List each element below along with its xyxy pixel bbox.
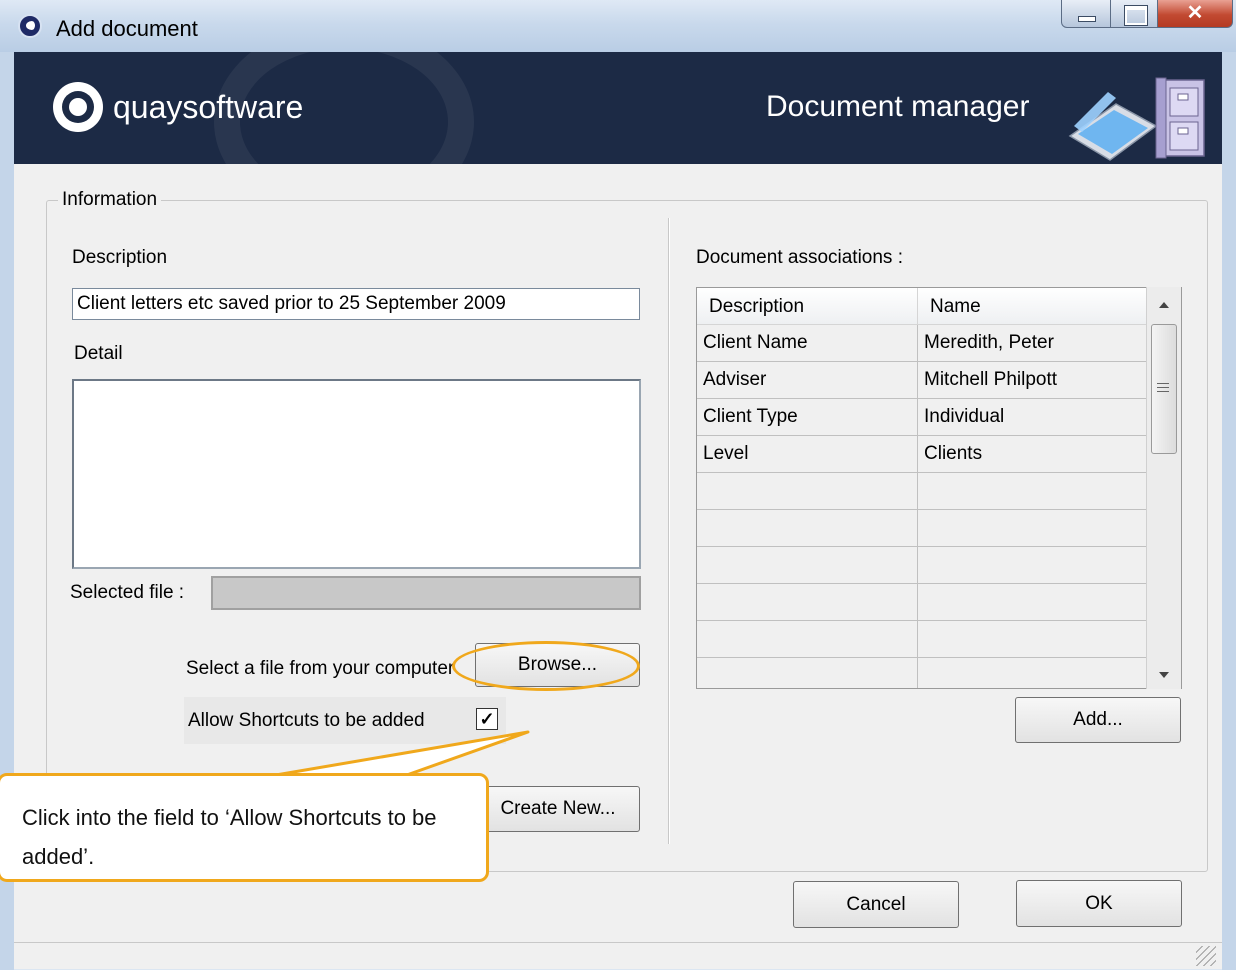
column-header-description[interactable]: Description	[697, 288, 918, 325]
select-file-text: Select a file from your computer	[186, 658, 455, 679]
banner-title: Document manager	[766, 90, 1030, 123]
ok-button[interactable]: OK	[1016, 880, 1182, 927]
table-row[interactable]	[697, 510, 1148, 547]
close-icon: ✕	[1186, 2, 1204, 24]
scrollbar-grip-icon	[1157, 383, 1169, 393]
cell-description[interactable]	[697, 510, 918, 546]
selected-file-label: Selected file :	[70, 582, 185, 603]
cell-description[interactable]: Client Name	[697, 325, 918, 361]
table-row[interactable]	[697, 584, 1148, 621]
window-title: Add document	[56, 16, 198, 41]
cell-name[interactable]: Individual	[918, 399, 1148, 435]
cell-name[interactable]: Meredith, Peter	[918, 325, 1148, 361]
associations-label: Document associations :	[696, 247, 903, 268]
cell-name[interactable]	[918, 584, 1148, 620]
information-group-label: Information	[58, 189, 162, 211]
cell-description[interactable]	[697, 547, 918, 583]
quaysoftware-logo-icon	[53, 82, 103, 132]
allow-shortcuts-label: Allow Shortcuts to be added	[188, 710, 425, 731]
resize-grip-icon[interactable]	[1196, 946, 1216, 966]
detail-textarea[interactable]	[72, 379, 641, 569]
cell-description[interactable]: Adviser	[697, 362, 918, 398]
table-row[interactable]	[697, 547, 1148, 584]
cell-description[interactable]	[697, 621, 918, 657]
minimize-button[interactable]	[1061, 0, 1111, 28]
window-frame-right	[1222, 52, 1236, 970]
cell-name[interactable]	[918, 510, 1148, 546]
detail-label: Detail	[74, 343, 123, 364]
cell-name[interactable]: Clients	[918, 436, 1148, 472]
add-association-button[interactable]: Add...	[1015, 697, 1181, 743]
table-row[interactable]: Adviser Mitchell Philpott	[697, 362, 1148, 399]
cell-description[interactable]: Level	[697, 436, 918, 472]
maximize-button[interactable]	[1110, 0, 1158, 28]
close-button[interactable]: ✕	[1157, 0, 1233, 28]
associations-table[interactable]: Description Name Client Name Meredith, Pe…	[696, 287, 1182, 689]
table-row[interactable]	[697, 473, 1148, 510]
create-new-button-label: Create New...	[500, 798, 616, 819]
cell-description[interactable]: Client Type	[697, 399, 918, 435]
selected-file-field	[211, 576, 641, 610]
description-input[interactable]: Client letters etc saved prior to 25 Sep…	[72, 288, 640, 320]
table-row[interactable]	[697, 658, 1148, 688]
allow-shortcuts-checkbox[interactable]: ✓	[476, 708, 498, 730]
cell-name[interactable]: Mitchell Philpott	[918, 362, 1148, 398]
scanner-cabinet-icon	[1068, 77, 1205, 161]
cell-description[interactable]	[697, 473, 918, 509]
table-row[interactable]: Level Clients	[697, 436, 1148, 473]
cell-name[interactable]	[918, 547, 1148, 583]
cancel-button[interactable]: Cancel	[793, 881, 959, 928]
cell-name[interactable]	[918, 473, 1148, 509]
cell-description[interactable]	[697, 658, 918, 688]
add-button-label: Add...	[1073, 709, 1123, 730]
table-row[interactable]: Client Type Individual	[697, 399, 1148, 436]
table-row[interactable]	[697, 621, 1148, 658]
app-icon	[18, 14, 42, 38]
status-bar	[14, 942, 1222, 969]
scroll-down-icon[interactable]	[1159, 672, 1169, 678]
checkbox-checked-icon: ✓	[479, 709, 495, 729]
cancel-button-label: Cancel	[846, 894, 906, 915]
column-header-name[interactable]: Name	[918, 288, 1148, 325]
cell-name[interactable]	[918, 658, 1148, 688]
scroll-up-icon[interactable]	[1159, 302, 1169, 308]
cell-name[interactable]	[918, 621, 1148, 657]
ok-button-label: OK	[1085, 893, 1113, 914]
description-label: Description	[72, 247, 168, 268]
vertical-divider	[668, 218, 670, 844]
table-row[interactable]: Client Name Meredith, Peter	[697, 325, 1148, 362]
logo-text: quaysoftware	[113, 89, 304, 125]
callout-text: Click into the field to ‘Allow Shortcuts…	[22, 805, 437, 869]
highlight-ring	[452, 641, 640, 691]
cell-description[interactable]	[697, 584, 918, 620]
create-new-button[interactable]: Create New...	[476, 786, 640, 832]
